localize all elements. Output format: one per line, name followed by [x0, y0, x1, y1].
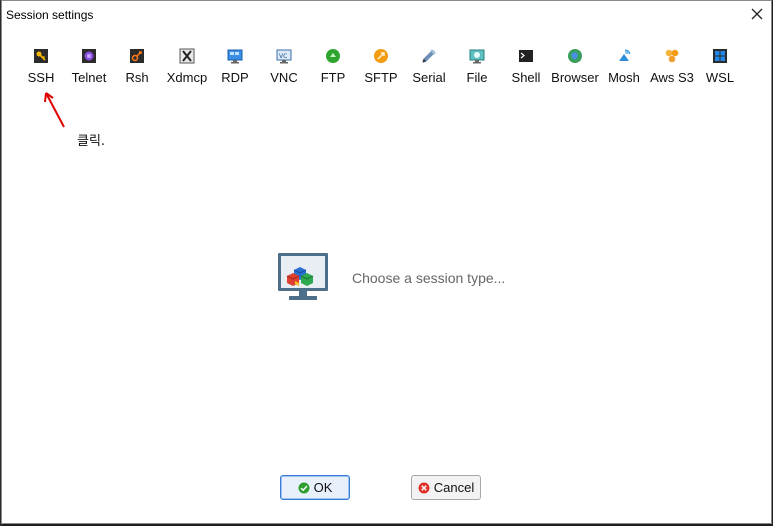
session-type-rsh[interactable]: Rsh	[119, 45, 155, 89]
session-type-file[interactable]: File	[462, 45, 492, 89]
session-type-label: FTP	[320, 70, 346, 85]
cancel-circle-icon	[418, 482, 430, 493]
session-type-shell[interactable]: Shell	[510, 45, 542, 89]
xdmcp-icon	[179, 48, 195, 64]
mosh-icon	[619, 49, 631, 61]
file-icon	[469, 49, 485, 64]
wsl-icon	[713, 49, 727, 63]
session-type-label: Browser	[551, 70, 599, 85]
session-type-label: RDP	[221, 70, 249, 85]
svg-text:VC: VC	[279, 53, 287, 60]
cancel-button-label: Cancel	[433, 480, 475, 495]
rsh-icon	[130, 49, 144, 63]
ok-button-label: OK	[313, 480, 333, 495]
session-type-label: Serial	[412, 70, 446, 85]
choose-session-prompt: Choose a session type...	[352, 270, 506, 286]
session-type-rdp[interactable]: RDP	[217, 45, 253, 89]
session-type-label: Aws S3	[650, 70, 694, 85]
session-type-label: Rsh	[125, 70, 149, 85]
check-circle-icon	[298, 482, 310, 493]
session-type-label: Telnet	[71, 70, 107, 85]
close-icon	[751, 8, 763, 20]
ok-button[interactable]: OK	[280, 475, 350, 500]
session-type-ssh[interactable]: SSH	[20, 45, 62, 89]
session-type-label: Shell	[511, 70, 541, 85]
rdp-icon	[227, 49, 243, 64]
session-type-label: WSL	[705, 70, 735, 85]
session-computer-icon	[278, 253, 328, 300]
session-type-xdmcp[interactable]: Xdmcp	[164, 45, 210, 89]
session-type-label: VNC	[270, 70, 298, 85]
ssh-key-icon	[34, 49, 48, 63]
session-settings-dialog: Session settings SSH Telnet Rsh Xdmcp RD…	[1, 0, 772, 524]
cancel-button[interactable]: Cancel	[411, 475, 481, 500]
session-type-sftp[interactable]: SFTP	[362, 45, 400, 89]
session-type-ftp[interactable]: FTP	[318, 45, 348, 89]
annotation-label: 클릭.	[77, 134, 106, 149]
session-type-label: SSH	[27, 70, 55, 85]
session-type-mosh[interactable]: Mosh	[607, 45, 641, 89]
session-type-aws-s3[interactable]: Aws S3	[649, 45, 695, 89]
session-type-label: SFTP	[364, 70, 398, 85]
sftp-icon	[374, 49, 388, 63]
session-type-serial[interactable]: Serial	[410, 45, 448, 89]
telnet-icon	[82, 49, 96, 63]
session-type-label: Mosh	[608, 70, 640, 85]
session-type-label: Xdmcp	[166, 70, 208, 85]
session-type-vnc[interactable]: VC VNC	[266, 45, 302, 89]
session-type-wsl[interactable]: WSL	[704, 45, 736, 89]
close-button[interactable]	[745, 3, 769, 25]
title-bar: Session settings	[2, 1, 771, 27]
serial-icon	[422, 49, 436, 63]
aws-s3-icon	[665, 49, 679, 63]
browser-icon	[568, 49, 582, 63]
shell-icon	[519, 50, 533, 62]
ftp-icon	[326, 49, 340, 63]
session-type-label: File	[466, 70, 488, 85]
session-type-telnet[interactable]: Telnet	[68, 45, 110, 89]
annotation-arrow-icon	[44, 92, 65, 128]
dialog-title: Session settings	[6, 8, 94, 22]
session-type-browser[interactable]: Browser	[551, 45, 599, 89]
vnc-icon: VC	[276, 49, 292, 64]
